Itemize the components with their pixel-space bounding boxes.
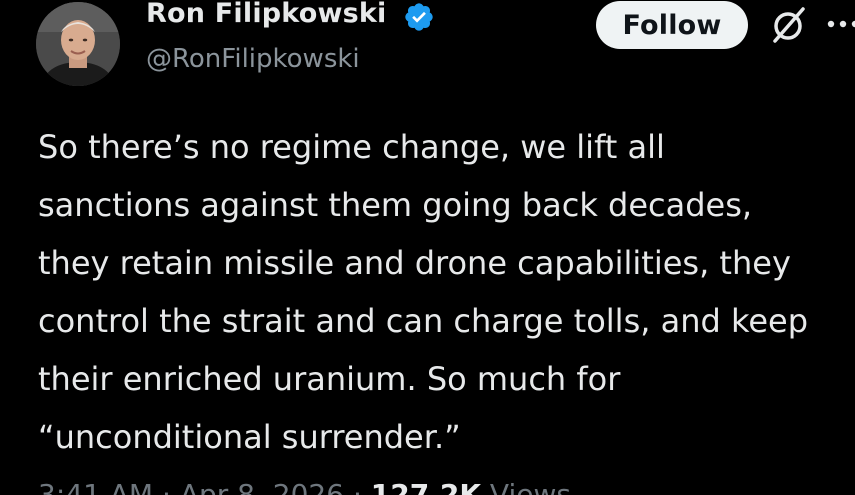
verified-badge-icon bbox=[405, 3, 433, 31]
tweet-line: their enriched uranium. So much for bbox=[38, 360, 621, 398]
tweet-meta: 3:41 AM · Apr 8, 2026 · 127.2K Views bbox=[38, 478, 571, 495]
meta-separator: · bbox=[162, 478, 171, 495]
tweet-text: So there’s no regime change, we lift all… bbox=[38, 118, 853, 466]
profile-photo-icon bbox=[36, 2, 120, 86]
avatar[interactable] bbox=[36, 2, 120, 86]
author-handle[interactable]: @RonFilipkowski bbox=[146, 44, 360, 74]
tweet-time[interactable]: 3:41 AM bbox=[38, 478, 153, 495]
tweet-line: “unconditional surrender.” bbox=[38, 418, 461, 456]
tweet-line: So there’s no regime change, we lift all bbox=[38, 128, 665, 166]
views-label: Views bbox=[489, 478, 571, 495]
grok-icon[interactable] bbox=[766, 3, 810, 47]
tweet-line: control the strait and can charge tolls,… bbox=[38, 302, 809, 340]
meta-separator: · bbox=[352, 478, 362, 495]
tweet-date[interactable]: Apr 8, 2026 bbox=[180, 478, 344, 495]
views-count: 127.2K bbox=[370, 478, 482, 495]
follow-button[interactable]: Follow bbox=[596, 1, 748, 49]
author-display-name[interactable]: Ron Filipkowski bbox=[146, 0, 387, 29]
more-icon[interactable] bbox=[823, 16, 855, 32]
tweet-line: sanctions against them going back decade… bbox=[38, 186, 753, 224]
tweet-line: they retain missile and drone capabiliti… bbox=[38, 244, 791, 282]
